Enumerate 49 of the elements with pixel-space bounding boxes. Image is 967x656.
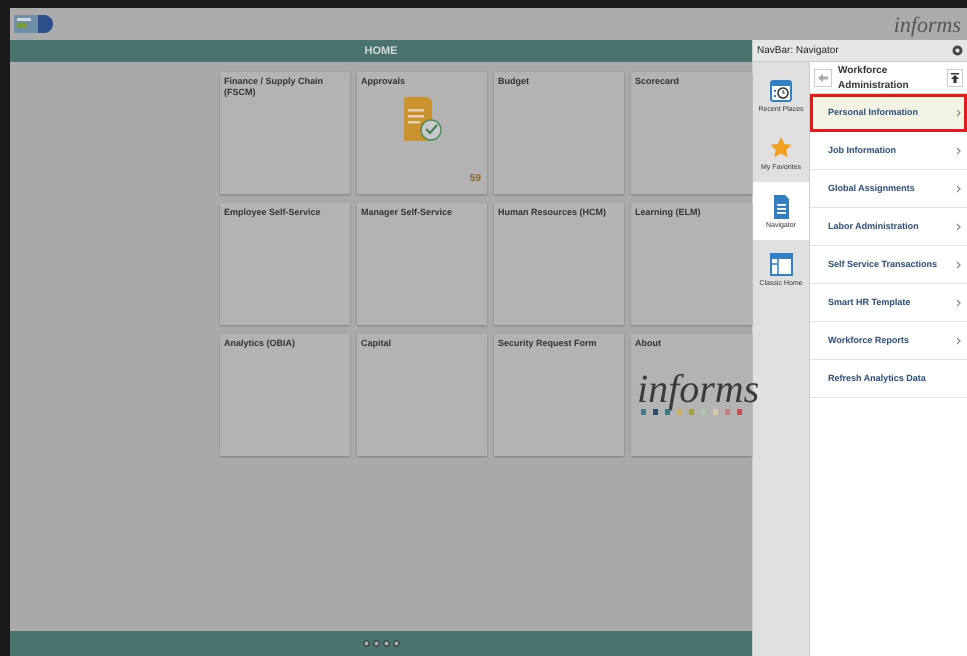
back-arrow-icon xyxy=(818,74,828,82)
chevron-right-icon xyxy=(956,146,961,154)
chevron-right-icon xyxy=(956,184,961,192)
window-layout-icon xyxy=(768,251,794,277)
tile[interactable]: Human Resources (HCM) xyxy=(494,203,624,325)
page-dot-icon[interactable] xyxy=(382,640,390,647)
chevron-right-icon xyxy=(956,298,961,306)
tile-title: Finance / Supply Chain (FSCM) xyxy=(224,76,324,98)
nav-item[interactable]: Personal Information xyxy=(810,94,967,132)
tile-title: Budget xyxy=(498,76,530,88)
pin-top-icon xyxy=(951,72,959,82)
tile-title: Capital xyxy=(361,338,392,350)
informs-logo: informs xyxy=(637,369,760,410)
page-dot-icon[interactable] xyxy=(392,640,400,647)
tile-title: Scorecard xyxy=(635,76,680,88)
tile[interactable]: Scorecard xyxy=(631,72,752,194)
tile-title: Learning (ELM) xyxy=(635,207,702,218)
tile-title: Human Resources (HCM) xyxy=(498,207,608,218)
approval-count: 59 xyxy=(470,172,481,186)
navbar-title: NavBar: Navigator xyxy=(757,44,839,58)
logo-icon xyxy=(14,13,54,35)
chevron-right-icon xyxy=(956,336,961,344)
tile[interactable]: Employee Self-Service xyxy=(220,203,350,325)
tile-title: Manager Self-Service xyxy=(361,207,454,218)
tile-title: Analytics (OBIA) xyxy=(224,338,296,350)
tile[interactable]: Learning (ELM) xyxy=(631,203,752,325)
tile[interactable]: Manager Self-Service xyxy=(357,203,487,325)
settings-icon[interactable] xyxy=(952,45,963,56)
informs-logo: informs xyxy=(894,10,962,39)
page-dot-icon[interactable] xyxy=(362,640,370,647)
folder-title: Workforce Administration xyxy=(838,64,910,92)
tile[interactable]: Capital xyxy=(357,334,487,456)
page-dot-icon[interactable] xyxy=(372,640,380,647)
chevron-right-icon xyxy=(956,108,961,116)
calendar-clock-icon xyxy=(768,77,794,103)
tile[interactable]: Analytics (OBIA) xyxy=(220,334,350,456)
tile[interactable]: Finance / Supply Chain (FSCM) xyxy=(220,72,350,194)
chevron-right-icon xyxy=(956,260,961,268)
tile-title: Employee Self-Service xyxy=(224,207,322,218)
pin-button[interactable] xyxy=(947,68,963,86)
tile-title: Approvals xyxy=(361,76,406,88)
tile-title: About xyxy=(635,338,662,350)
home-title-bar: HOME xyxy=(10,40,752,62)
tile[interactable]: Budget xyxy=(494,72,624,194)
tile[interactable]: Approvals 59 xyxy=(357,72,487,194)
document-check-icon xyxy=(402,95,442,144)
chevron-right-icon xyxy=(956,222,961,230)
tile[interactable]: Security Request Form xyxy=(494,334,624,456)
tile-title: Security Request Form xyxy=(498,338,598,350)
